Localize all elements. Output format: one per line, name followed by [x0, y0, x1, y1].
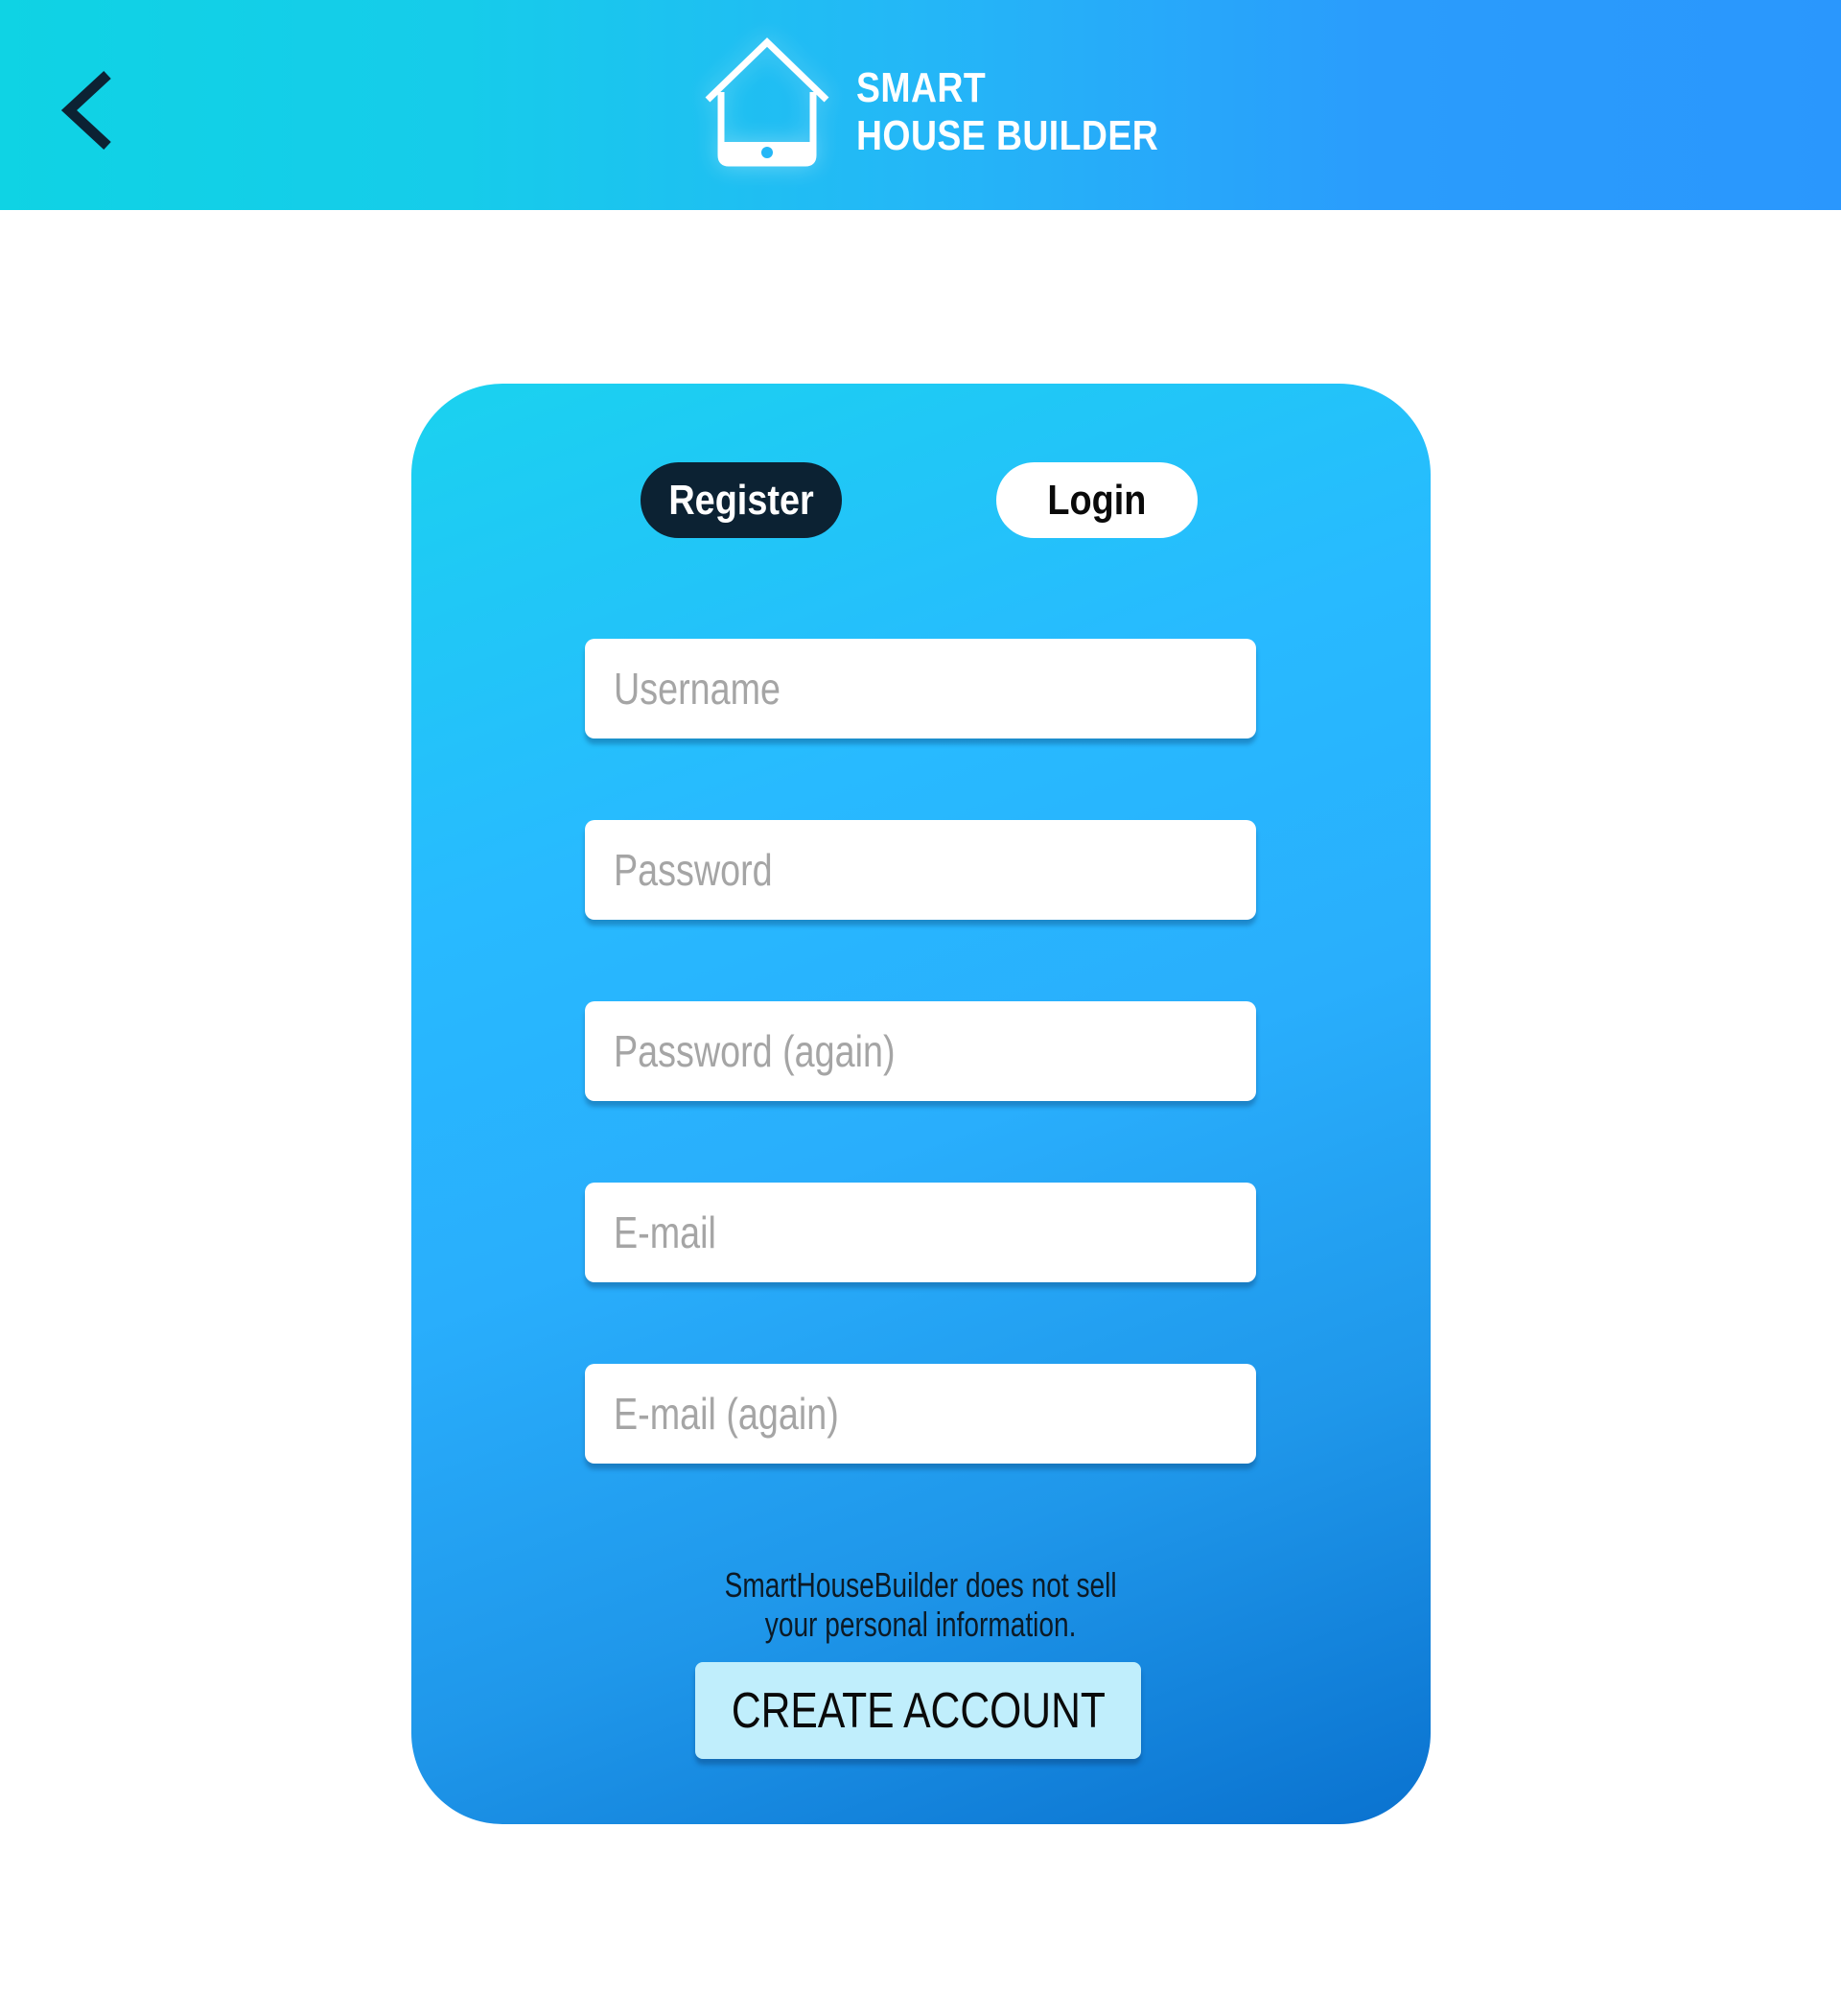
- email-again-field[interactable]: E-mail (again): [585, 1364, 1256, 1464]
- brand-line-2: HOUSE BUILDER: [856, 112, 1159, 159]
- create-account-button[interactable]: CREATE ACCOUNT: [695, 1662, 1141, 1759]
- tab-login[interactable]: Login: [996, 462, 1198, 538]
- password-again-placeholder: Password (again): [614, 1026, 896, 1076]
- create-account-label: CREATE ACCOUNT: [731, 1682, 1106, 1739]
- house-tablet-icon: [705, 37, 829, 167]
- brand-name: SMART HOUSE BUILDER: [856, 64, 1158, 160]
- email-again-placeholder: E-mail (again): [614, 1389, 839, 1439]
- password-placeholder: Password: [614, 845, 773, 895]
- back-button[interactable]: [48, 58, 134, 163]
- disclaimer-line-1: SmartHouseBuilder does not sell: [725, 1565, 1117, 1605]
- username-field[interactable]: Username: [585, 639, 1256, 738]
- tab-register-label: Register: [668, 476, 814, 524]
- chevron-left-icon: [60, 70, 111, 151]
- email-field[interactable]: E-mail: [585, 1183, 1256, 1282]
- email-placeholder: E-mail: [614, 1207, 716, 1257]
- tab-login-label: Login: [1047, 476, 1147, 524]
- brand: SMART HOUSE BUILDER: [700, 35, 1179, 178]
- tab-register[interactable]: Register: [641, 462, 842, 538]
- privacy-disclaimer: SmartHouseBuilder does not sell your per…: [411, 1565, 1431, 1644]
- app-header: SMART HOUSE BUILDER: [0, 0, 1841, 210]
- password-field[interactable]: Password: [585, 820, 1256, 920]
- disclaimer-line-2: your personal information.: [765, 1605, 1077, 1644]
- username-placeholder: Username: [614, 664, 781, 714]
- password-again-field[interactable]: Password (again): [585, 1001, 1256, 1101]
- register-card: Register Login Username Password Passwor…: [411, 384, 1431, 1824]
- brand-line-1: SMART: [856, 64, 987, 111]
